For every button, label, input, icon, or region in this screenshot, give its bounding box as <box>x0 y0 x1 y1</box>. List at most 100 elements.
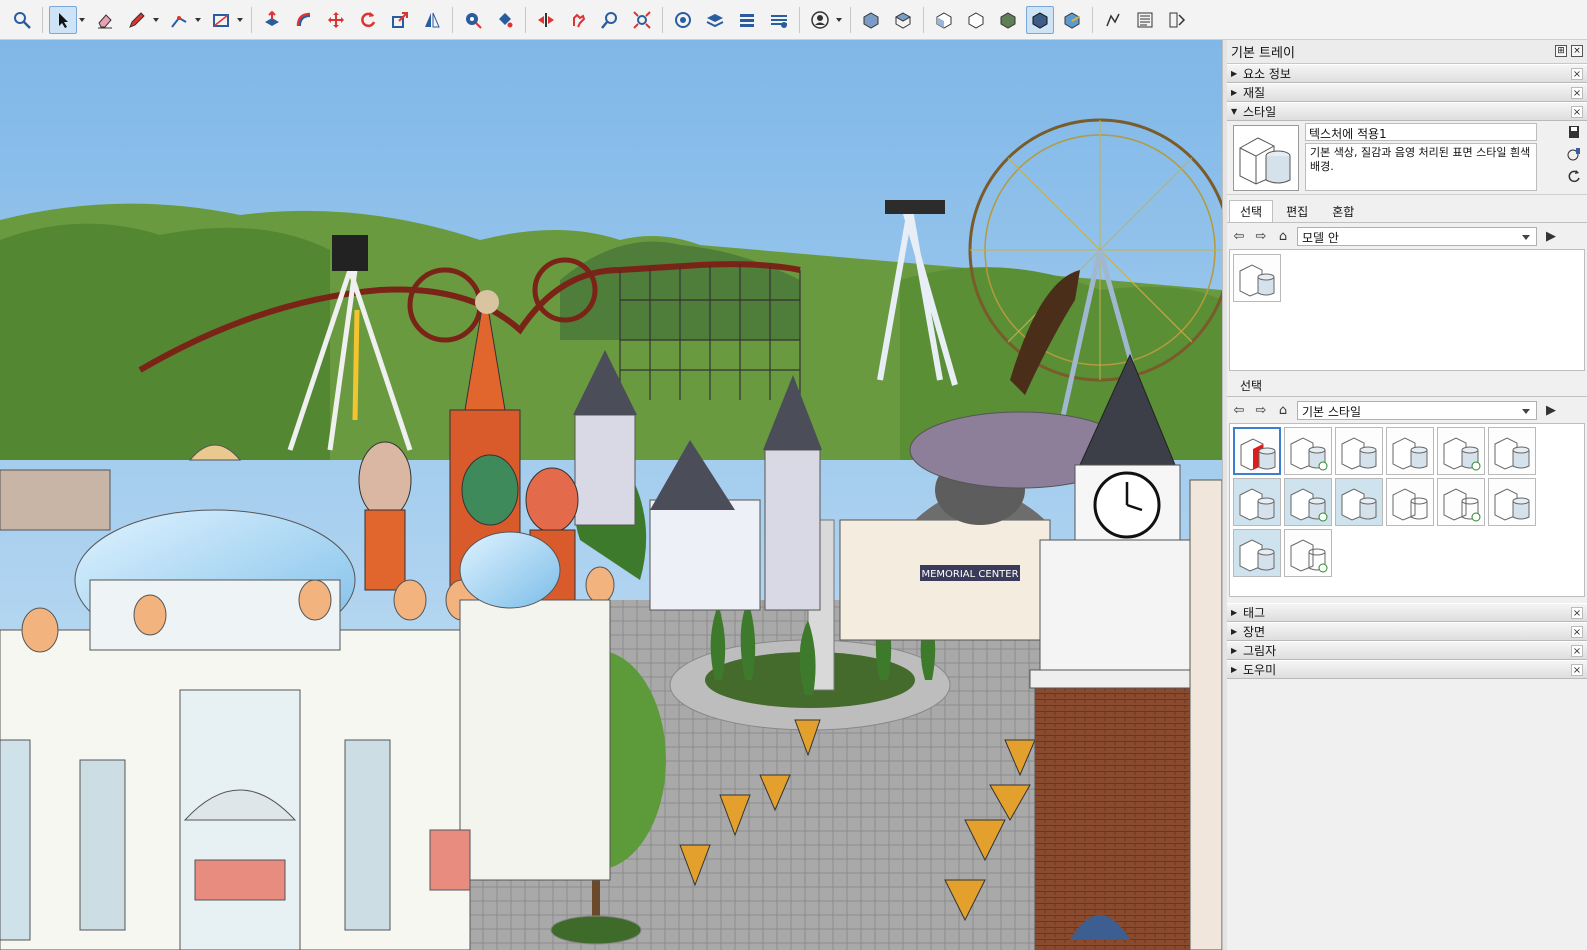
front-view-icon[interactable] <box>930 6 958 34</box>
mirror-icon[interactable] <box>418 6 446 34</box>
line-dropdown-icon[interactable] <box>193 6 202 34</box>
line-icon[interactable] <box>165 6 193 34</box>
in-model-styles-grid <box>1229 249 1585 371</box>
forward-arrow-icon[interactable]: ⇨ <box>1253 228 1269 244</box>
close-icon[interactable]: × <box>1571 68 1583 80</box>
undo-sequence-icon[interactable] <box>1099 6 1127 34</box>
style-swatch[interactable] <box>1488 427 1536 475</box>
outliner-icon[interactable] <box>1131 6 1159 34</box>
panel-tags[interactable]: ▶ 태그 × <box>1227 603 1587 622</box>
style-swatch[interactable] <box>1284 427 1332 475</box>
tab-mix[interactable]: 혼합 <box>1321 200 1365 222</box>
rotate-icon[interactable] <box>354 6 382 34</box>
style-swatch[interactable] <box>1488 478 1536 526</box>
walk-icon[interactable] <box>564 6 592 34</box>
select-arrow-icon[interactable] <box>49 5 77 34</box>
library-select[interactable]: 기본 스타일 <box>1297 400 1537 420</box>
style-swatch[interactable] <box>1386 478 1434 526</box>
back-arrow-icon[interactable]: ⇦ <box>1231 402 1247 418</box>
update-style-icon[interactable] <box>1567 169 1581 183</box>
pin-icon[interactable]: ⊞ <box>1555 45 1567 57</box>
components-icon[interactable] <box>669 6 697 34</box>
account-icon[interactable] <box>806 6 834 34</box>
details-menu-icon[interactable]: ▶ <box>1543 228 1559 244</box>
home-icon[interactable]: ⌂ <box>1275 228 1291 244</box>
pencil-dropdown-icon[interactable] <box>151 6 160 34</box>
close-icon[interactable]: × <box>1571 645 1583 657</box>
pencil-icon[interactable] <box>123 6 151 34</box>
close-icon[interactable]: × <box>1571 626 1583 638</box>
style-swatch[interactable] <box>1386 427 1434 475</box>
save-style-icon[interactable] <box>1567 125 1581 139</box>
panel-materials[interactable]: ▶ 재질 × <box>1227 83 1587 102</box>
panel-label: 태그 <box>1243 606 1266 620</box>
top-view-icon[interactable] <box>889 6 917 34</box>
right-view-icon[interactable] <box>962 6 990 34</box>
details-menu-icon[interactable]: ▶ <box>1543 402 1559 418</box>
layers-icon[interactable] <box>701 6 729 34</box>
account-dropdown-icon[interactable] <box>834 6 843 34</box>
close-icon[interactable]: × <box>1571 607 1583 619</box>
select-dropdown-icon[interactable] <box>77 6 86 34</box>
style-swatch[interactable] <box>1335 427 1383 475</box>
forward-arrow-icon[interactable]: ⇨ <box>1253 402 1269 418</box>
panel-label: 그림자 <box>1243 644 1277 658</box>
close-icon[interactable]: × <box>1571 106 1583 118</box>
tray-title-bar: 기본 트레이 ⊞ × <box>1227 40 1587 64</box>
style-thumbnail[interactable] <box>1233 125 1299 191</box>
tape-measure-icon[interactable] <box>459 6 487 34</box>
style-name-field[interactable]: 텍스처에 적용1 <box>1305 123 1537 141</box>
model-viewport[interactable]: MEMORIAL CENTER <box>0 40 1222 950</box>
style-swatch[interactable] <box>1233 427 1281 475</box>
forest-left <box>0 223 330 460</box>
panel-instructor[interactable]: ▶ 도우미 × <box>1227 660 1587 679</box>
rectangle-icon[interactable] <box>207 6 235 34</box>
scale-icon[interactable] <box>386 6 414 34</box>
panel-scenes[interactable]: ▶ 장면 × <box>1227 622 1587 641</box>
tab-library-select[interactable]: 선택 <box>1229 374 1273 396</box>
in-model-select[interactable]: 모델 안 <box>1297 226 1537 246</box>
bottom-view-icon[interactable] <box>1058 6 1086 34</box>
style-description-field[interactable]: 기본 색상, 질감과 음영 처리된 표면 스타일 흰색 배경. <box>1305 143 1537 191</box>
materials-icon[interactable] <box>765 6 793 34</box>
close-icon[interactable]: × <box>1571 87 1583 99</box>
style-swatch[interactable] <box>1284 478 1332 526</box>
move-icon[interactable] <box>322 6 350 34</box>
left-view-icon[interactable] <box>1026 5 1054 34</box>
toolbar-separator <box>1092 6 1093 33</box>
close-icon[interactable]: × <box>1571 45 1583 57</box>
toolbar-separator <box>923 6 924 33</box>
library-nav: ⇦ ⇨ ⌂ 기본 스타일 ▶ <box>1227 399 1587 421</box>
style-swatch[interactable] <box>1335 478 1383 526</box>
entity-info-icon[interactable] <box>1163 6 1191 34</box>
eraser-icon[interactable] <box>91 6 119 34</box>
push-pull-icon[interactable] <box>258 6 286 34</box>
panel-entity-info[interactable]: ▶ 요소 정보 × <box>1227 64 1587 83</box>
create-style-icon[interactable] <box>1567 147 1581 161</box>
style-swatch[interactable] <box>1437 478 1485 526</box>
building-sign: MEMORIAL CENTER <box>921 569 1018 580</box>
panel-styles[interactable]: ▼ 스타일 × <box>1227 102 1587 121</box>
tab-select[interactable]: 선택 <box>1229 200 1274 222</box>
scenes-icon[interactable] <box>733 6 761 34</box>
search-icon[interactable] <box>8 6 36 34</box>
style-swatch[interactable] <box>1233 254 1281 302</box>
style-swatch[interactable] <box>1437 427 1485 475</box>
style-swatch[interactable] <box>1233 529 1281 577</box>
tab-edit[interactable]: 편집 <box>1275 200 1319 222</box>
style-swatch[interactable] <box>1284 529 1332 577</box>
shape-dropdown-icon[interactable] <box>235 6 244 34</box>
zoom-icon[interactable] <box>596 6 624 34</box>
zoom-extents-icon[interactable] <box>628 6 656 34</box>
style-swatch[interactable] <box>1233 478 1281 526</box>
close-icon[interactable]: × <box>1571 664 1583 676</box>
section-plane-icon[interactable] <box>532 6 560 34</box>
panel-label: 재질 <box>1243 86 1266 100</box>
home-icon[interactable]: ⌂ <box>1275 402 1291 418</box>
back-arrow-icon[interactable]: ⇦ <box>1231 228 1247 244</box>
panel-shadows[interactable]: ▶ 그림자 × <box>1227 641 1587 660</box>
back-view-icon[interactable] <box>994 6 1022 34</box>
iso-view-icon[interactable] <box>857 6 885 34</box>
follow-me-icon[interactable] <box>290 6 318 34</box>
paint-bucket-icon[interactable] <box>491 6 519 34</box>
